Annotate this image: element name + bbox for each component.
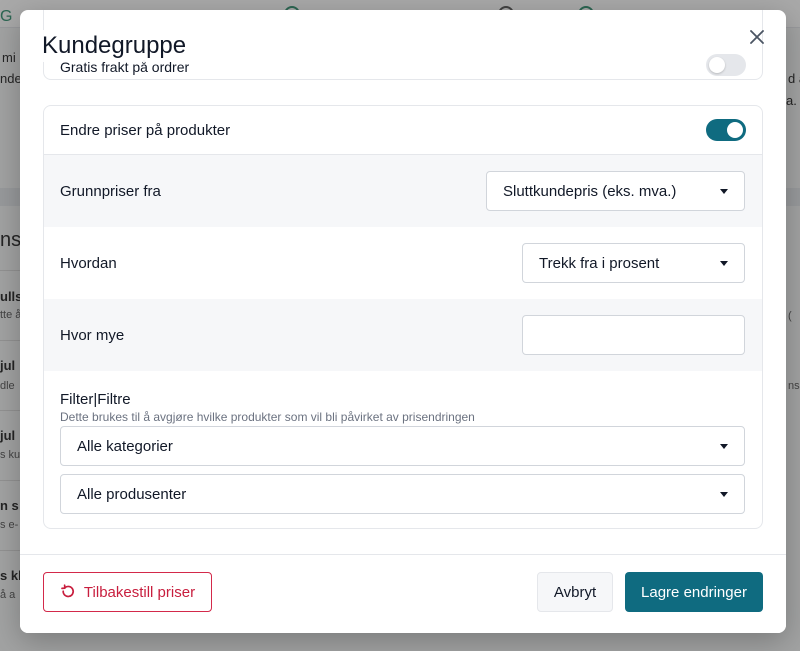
manufacturer-filter-select[interactable]: Alle produsenter <box>60 474 745 514</box>
category-filter-value: Alle kategorier <box>77 437 173 455</box>
refresh-icon <box>61 584 74 598</box>
reset-prices-label: Tilbakestill priser <box>83 583 196 601</box>
amount-input[interactable] <box>522 315 745 355</box>
dialog-body[interactable]: Kundegruppe Gratis frakt på ordrer Endre… <box>20 10 786 554</box>
price-change-header: Endre priser på produkter <box>44 106 762 155</box>
cancel-button[interactable]: Avbryt <box>537 572 613 612</box>
dialog-title: Kundegruppe <box>42 30 193 62</box>
save-changes-button[interactable]: Lagre endringer <box>625 572 763 612</box>
dialog-footer: Tilbakestill priser Avbryt Lagre endring… <box>20 554 786 633</box>
price-change-card: Endre priser på produkter Grunnpriser fr… <box>43 105 763 529</box>
price-change-label: Endre priser på produkter <box>60 121 231 139</box>
reset-prices-button[interactable]: Tilbakestill priser <box>43 572 212 612</box>
filter-description: Dette brukes til å avgjøre hvilke produk… <box>60 410 475 424</box>
filter-title: Filter|Filtre <box>60 391 131 408</box>
amount-label: Hvor mye <box>60 326 125 344</box>
price-change-toggle[interactable] <box>706 119 746 141</box>
category-filter-select[interactable]: Alle kategorier <box>60 426 745 466</box>
caret-down-icon <box>720 443 728 449</box>
close-button[interactable] <box>742 22 772 52</box>
caret-down-icon <box>720 491 728 497</box>
base-prices-value: Sluttkundepris (eks. mva.) <box>503 182 677 200</box>
caret-down-icon <box>720 188 728 194</box>
free-shipping-toggle[interactable] <box>706 54 746 76</box>
customer-group-dialog: Kundegruppe Gratis frakt på ordrer Endre… <box>20 10 786 633</box>
method-value: Trekk fra i prosent <box>539 254 660 272</box>
method-select[interactable]: Trekk fra i prosent <box>522 243 745 283</box>
base-prices-select[interactable]: Sluttkundepris (eks. mva.) <box>486 171 745 211</box>
manufacturer-filter-value: Alle produsenter <box>77 485 187 503</box>
caret-down-icon <box>720 260 728 266</box>
close-icon <box>750 30 764 44</box>
method-label: Hvordan <box>60 254 117 272</box>
base-prices-label: Grunnpriser fra <box>60 182 161 200</box>
